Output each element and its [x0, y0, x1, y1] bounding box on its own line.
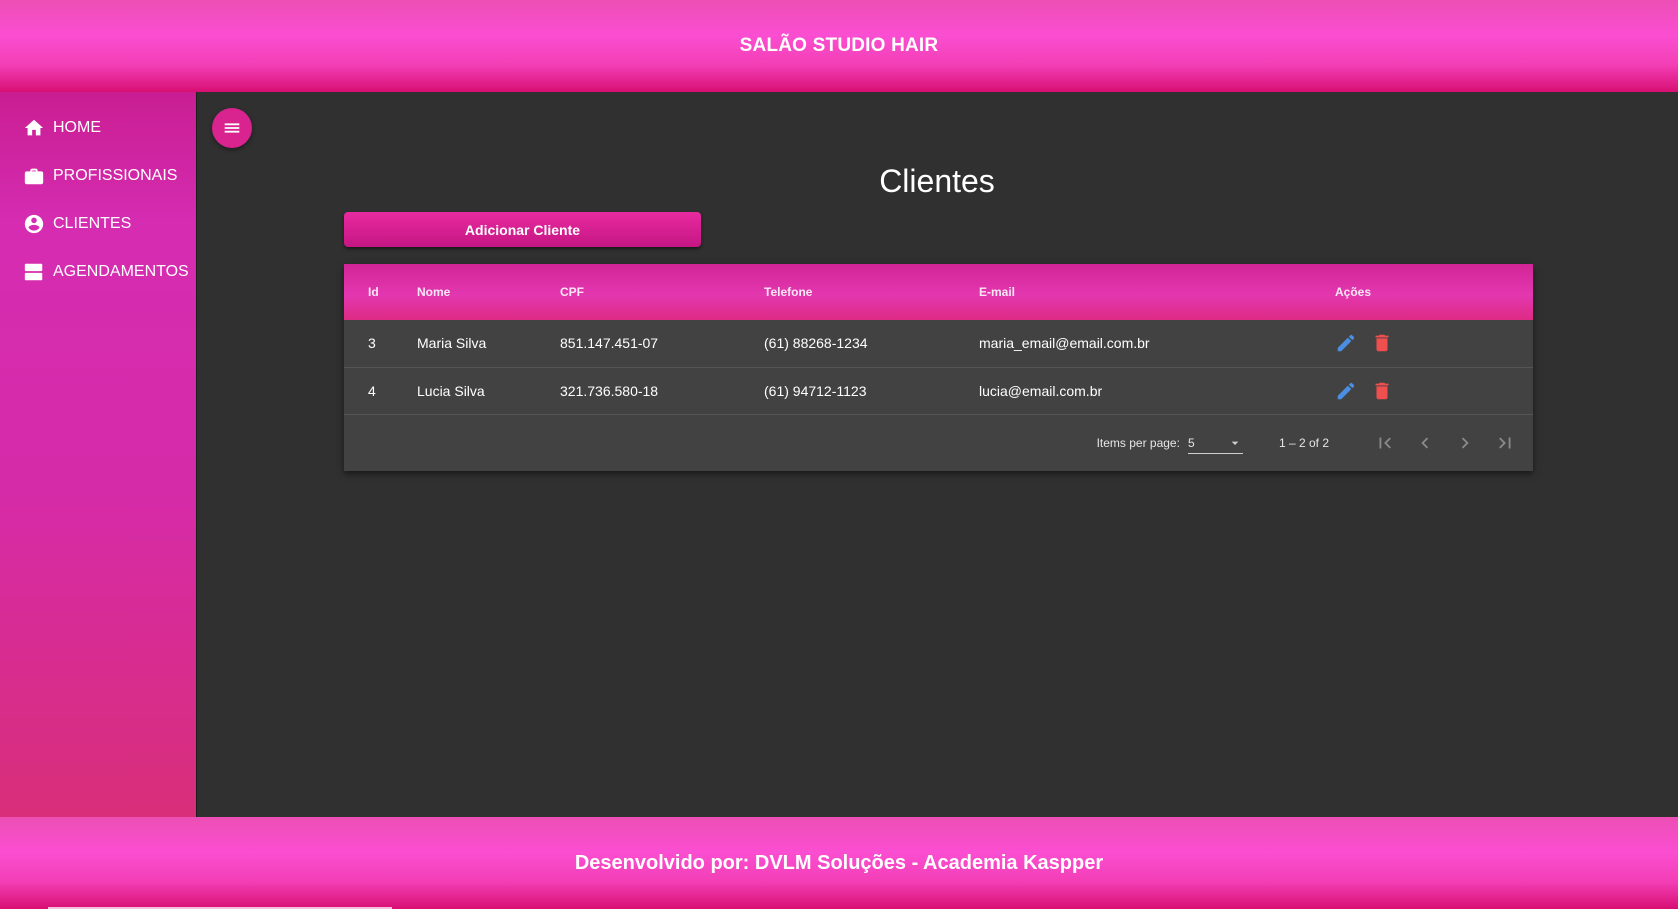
column-header-email: E-mail: [979, 285, 1016, 299]
edit-icon[interactable]: [1335, 332, 1357, 354]
sidebar-item-label: AGENDAMENTOS: [53, 263, 189, 280]
cell-nome: Maria Silva: [417, 335, 487, 352]
sidebar-item-profissionais[interactable]: PROFISSIONAIS: [0, 152, 196, 200]
table-row: 3 Maria Silva 851.147.451-07 (61) 88268-…: [344, 320, 1533, 367]
sidebar-item-clientes[interactable]: CLIENTES: [0, 200, 196, 248]
cell-nome: Lucia Silva: [417, 382, 485, 399]
edit-icon[interactable]: [1335, 380, 1357, 402]
cell-acoes: [1335, 320, 1533, 367]
last-page-button[interactable]: [1485, 423, 1525, 463]
app-header: SALÃO STUDIO HAIR: [0, 0, 1678, 92]
last-page-icon: [1499, 437, 1511, 449]
menu-icon: [224, 123, 240, 133]
table-header-row: Id Nome CPF Telefone E-mail Ações: [344, 264, 1533, 320]
app-footer: Desenvolvido por: DVLM Soluções - Academ…: [0, 817, 1678, 909]
first-page-icon: [1379, 437, 1391, 449]
menu-toggle-button[interactable]: [212, 108, 252, 148]
cell-cpf: 321.736.580-18: [560, 382, 659, 399]
column-header-id: Id: [368, 285, 379, 299]
dropdown-arrow-icon: [1231, 441, 1239, 445]
sidebar: HOME PROFISSIONAIS CLIENTES AGENDAMENTOS: [0, 92, 197, 817]
paginator: Items per page: 5 1 – 2 of 2: [344, 415, 1533, 471]
cell-acoes: [1335, 367, 1533, 414]
previous-page-button[interactable]: [1405, 423, 1445, 463]
chevron-right-icon: [1461, 437, 1469, 449]
cell-telefone: (61) 88268-1234: [764, 335, 868, 352]
table-row: 4 Lucia Silva 321.736.580-18 (61) 94712-…: [344, 367, 1533, 414]
add-client-button[interactable]: Adicionar Cliente: [344, 212, 701, 247]
range-label: 1 – 2 of 2: [1278, 436, 1329, 450]
sidebar-item-label: CLIENTES: [53, 215, 132, 232]
column-header-nome: Nome: [417, 285, 451, 299]
first-page-button[interactable]: [1365, 423, 1405, 463]
footer-text: Desenvolvido por: DVLM Soluções - Academ…: [574, 851, 1104, 874]
sidebar-nav: HOME PROFISSIONAIS CLIENTES AGENDAMENTOS: [0, 92, 196, 296]
delete-icon[interactable]: [1371, 380, 1393, 402]
cell-id: 3: [368, 335, 376, 352]
sidebar-item-home[interactable]: HOME: [0, 104, 196, 152]
column-header-cpf: CPF: [560, 285, 584, 299]
column-header-acoes: Ações: [1335, 285, 1372, 299]
items-per-page-select[interactable]: 5: [1187, 433, 1243, 454]
cell-id: 4: [368, 382, 376, 399]
sidebar-item-agendamentos[interactable]: AGENDAMENTOS: [0, 248, 196, 296]
page-title: Clientes: [879, 163, 995, 200]
account-circle-icon: [24, 214, 44, 234]
row-actions: [1335, 380, 1533, 402]
column-header-telefone: Telefone: [764, 285, 813, 299]
app-title: SALÃO STUDIO HAIR: [739, 35, 939, 56]
clients-table-card: Id Nome CPF Telefone E-mail Ações 3 Mari…: [344, 264, 1533, 471]
delete-icon[interactable]: [1371, 332, 1393, 354]
briefcase-icon: [24, 168, 44, 185]
items-per-page-label: Items per page:: [1096, 436, 1180, 450]
items-per-page-value: 5: [1187, 435, 1195, 450]
row-actions: [1335, 332, 1533, 354]
cell-cpf: 851.147.451-07: [560, 335, 659, 352]
sidebar-item-label: HOME: [53, 119, 101, 136]
chevron-left-icon: [1421, 437, 1429, 449]
next-page-button[interactable]: [1445, 423, 1485, 463]
clients-table: Id Nome CPF Telefone E-mail Ações 3 Mari…: [344, 264, 1533, 415]
home-icon: [24, 119, 44, 136]
cell-email: maria_email@email.com.br: [979, 335, 1150, 352]
cell-telefone: (61) 94712-1123: [764, 382, 867, 399]
view-agenda-icon: [24, 263, 43, 281]
cell-email: lucia@email.com.br: [979, 382, 1103, 399]
sidebar-item-label: PROFISSIONAIS: [53, 167, 178, 184]
